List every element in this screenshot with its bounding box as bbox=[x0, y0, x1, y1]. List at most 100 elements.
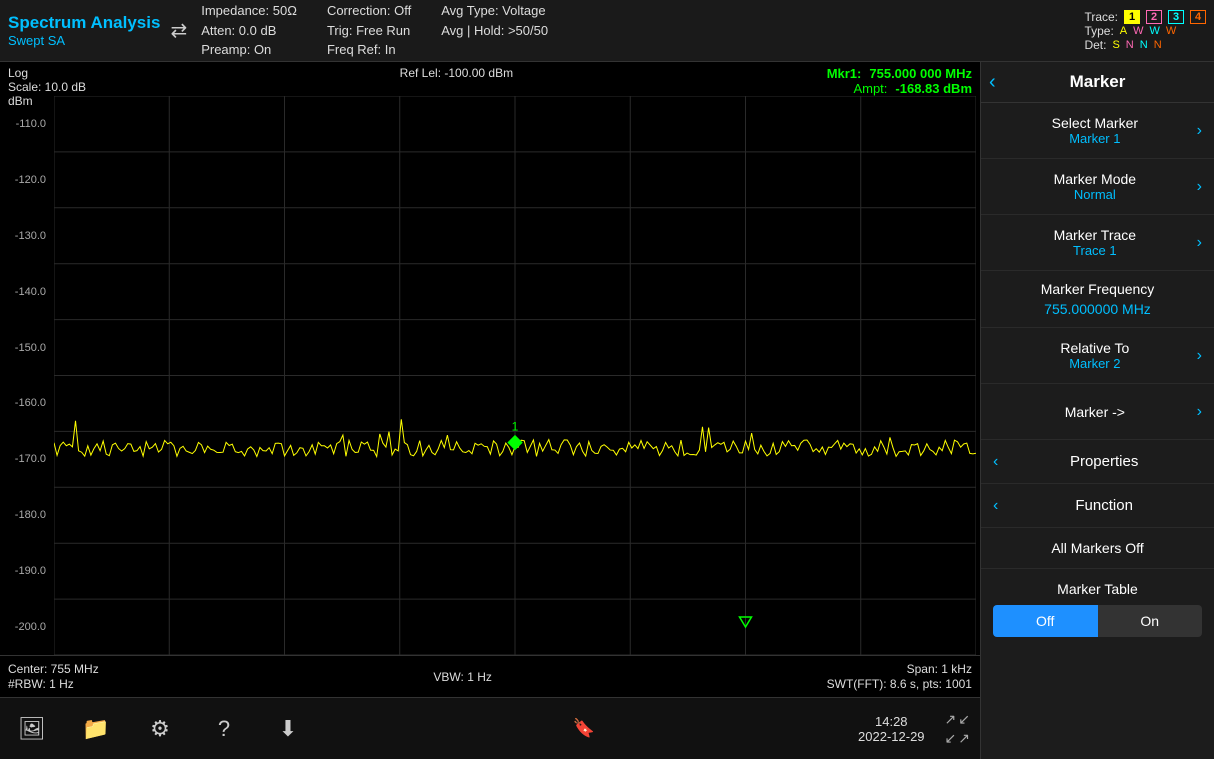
chart-container: Log Scale: 10.0 dB dBm Ref Lel: -100.00 … bbox=[0, 62, 980, 759]
freq-value: 755.000000 MHz bbox=[993, 301, 1202, 317]
help-button[interactable]: ? bbox=[202, 707, 246, 751]
arrow-br-icon: ↗ bbox=[958, 730, 970, 747]
header: Spectrum Analysis Swept SA ⇄ Impedance: … bbox=[0, 0, 1214, 62]
marker-table-toggle: Off On bbox=[993, 605, 1202, 637]
select-marker-item[interactable]: Select Marker Marker 1 › bbox=[981, 103, 1214, 159]
app-title-line2: Swept SA bbox=[8, 33, 160, 48]
y-label-140: -140.0 bbox=[2, 286, 46, 298]
atten-label: Atten: 0.0 dB bbox=[201, 21, 297, 41]
properties-item[interactable]: ‹ Properties bbox=[981, 440, 1214, 484]
marker-trace-chevron: › bbox=[1197, 234, 1202, 252]
trace-label: Trace: bbox=[1084, 10, 1118, 24]
folder-button[interactable]: 📁 bbox=[74, 707, 118, 751]
relative-to-item[interactable]: Relative To Marker 2 › bbox=[981, 328, 1214, 384]
y-label-180: -180.0 bbox=[2, 509, 46, 521]
trace-4-box: 4 bbox=[1190, 10, 1206, 24]
trace-3-box: 3 bbox=[1168, 10, 1184, 24]
trace-row-det: Det: S N N N bbox=[1084, 38, 1206, 52]
y-axis-labels: -110.0 -120.0 -130.0 -140.0 -150.0 -160.… bbox=[2, 96, 50, 655]
marker-table-off-button[interactable]: Off bbox=[993, 605, 1098, 637]
marker-1-label: 1 bbox=[512, 420, 519, 434]
marker-trace-label: Marker Trace bbox=[993, 227, 1197, 243]
main-area: Log Scale: 10.0 dB dBm Ref Lel: -100.00 … bbox=[0, 62, 1214, 759]
type-label: Type: bbox=[1084, 24, 1113, 38]
preamp-label: Preamp: On bbox=[201, 40, 297, 60]
function-back-icon: ‹ bbox=[993, 497, 998, 515]
arrow-bl-icon: ↙ bbox=[945, 730, 957, 747]
y-label-200: -200.0 bbox=[2, 621, 46, 633]
app-title: Spectrum Analysis Swept SA bbox=[8, 13, 160, 48]
header-col-2: Correction: Off Trig: Free Run Freq Ref:… bbox=[327, 1, 411, 60]
avg-hold-label: Avg | Hold: >50/50 bbox=[441, 21, 548, 41]
app-title-line1: Spectrum Analysis bbox=[8, 13, 160, 33]
toolbar: 🖼 📁 ⚙ ? ⬇ 🔖 14:28 2022-12-29 ↗ ↙ ↙ ↗ bbox=[0, 697, 980, 759]
chart-footer: Center: 755 MHz #RBW: 1 Hz VBW: 1 Hz Spa… bbox=[0, 655, 980, 697]
arrow-tr-icon: ↙ bbox=[958, 711, 970, 728]
type-3: W bbox=[1150, 25, 1160, 37]
center-freq: Center: 755 MHz bbox=[8, 662, 99, 676]
panel-back-button[interactable]: ‹ bbox=[989, 71, 996, 94]
rbw-label: #RBW: 1 Hz bbox=[8, 677, 99, 691]
right-panel: ‹ Marker Select Marker Marker 1 › Marker… bbox=[980, 62, 1214, 759]
properties-back-icon: ‹ bbox=[993, 453, 998, 471]
marker-mode-item[interactable]: Marker Mode Normal › bbox=[981, 159, 1214, 215]
marker-arrow-label: Marker -> bbox=[993, 404, 1197, 420]
trace-1-box: 1 bbox=[1124, 10, 1140, 24]
all-markers-off-button[interactable]: All Markers Off bbox=[981, 528, 1214, 569]
det-3: N bbox=[1140, 39, 1148, 51]
trace-row-type: Type: A W W W bbox=[1084, 24, 1206, 38]
marker-mode-center: Marker Mode Normal bbox=[993, 171, 1197, 202]
marker-mode-value: Normal bbox=[993, 187, 1197, 202]
ampt-value: -168.83 dBm bbox=[895, 81, 972, 96]
marker-arrow-center: Marker -> bbox=[993, 404, 1197, 420]
function-item[interactable]: ‹ Function bbox=[981, 484, 1214, 528]
toolbar-time: 14:28 2022-12-29 bbox=[858, 714, 925, 744]
arrow-tl-icon: ↗ bbox=[945, 711, 957, 728]
avg-type-label: Avg Type: Voltage bbox=[441, 1, 548, 21]
y-label-120: -120.0 bbox=[2, 174, 46, 186]
footer-center: VBW: 1 Hz bbox=[433, 670, 491, 684]
trig-label: Trig: Free Run bbox=[327, 21, 411, 41]
marker-table-section: Marker Table Off On bbox=[981, 569, 1214, 649]
screenshot-button[interactable]: 🖼 bbox=[10, 707, 54, 751]
relative-to-center: Relative To Marker 2 bbox=[993, 340, 1197, 371]
marker-toolbar-button[interactable]: 🔖 bbox=[562, 707, 606, 751]
all-markers-label: All Markers Off bbox=[1051, 540, 1143, 556]
trace-2-box: 2 bbox=[1146, 10, 1162, 24]
trace-info: Trace: 1 2 3 4 Type: A W W W Det: S N N … bbox=[1084, 10, 1206, 52]
marker-table-on-button[interactable]: On bbox=[1098, 605, 1203, 637]
freq-label: Marker Frequency bbox=[993, 281, 1202, 297]
marker-info: Mkr1: 755.000 000 MHz Ampt: -168.83 dBm bbox=[827, 66, 972, 96]
marker-arrow-item[interactable]: Marker -> › bbox=[981, 384, 1214, 440]
marker-mode-label: Marker Mode bbox=[993, 171, 1197, 187]
toolbar-icons-right: ↗ ↙ ↙ ↗ bbox=[945, 711, 970, 747]
y-label-150: -150.0 bbox=[2, 342, 46, 354]
select-marker-center: Select Marker Marker 1 bbox=[993, 115, 1197, 146]
select-marker-chevron: › bbox=[1197, 122, 1202, 140]
type-1: A bbox=[1120, 25, 1127, 37]
function-label: Function bbox=[1006, 497, 1202, 514]
det-2: N bbox=[1126, 39, 1134, 51]
footer-left: Center: 755 MHz #RBW: 1 Hz bbox=[8, 662, 99, 691]
impedance-label: Impedance: 50Ω bbox=[201, 1, 297, 21]
settings-button[interactable]: ⚙ bbox=[138, 707, 182, 751]
sweep-icon: ⇄ bbox=[170, 18, 187, 43]
freq-ref-label: Freq Ref: In bbox=[327, 40, 411, 60]
correction-label: Correction: Off bbox=[327, 1, 411, 21]
type-2: W bbox=[1133, 25, 1143, 37]
y-label-190: -190.0 bbox=[2, 565, 46, 577]
properties-label: Properties bbox=[1006, 453, 1202, 470]
chart-plot: -110.0 -120.0 -130.0 -140.0 -150.0 -160.… bbox=[54, 96, 976, 655]
ref-level: Ref Lel: -100.00 dBm bbox=[86, 66, 827, 80]
header-params: Impedance: 50Ω Atten: 0.0 dB Preamp: On … bbox=[201, 1, 1084, 60]
header-col-1: Impedance: 50Ω Atten: 0.0 dB Preamp: On bbox=[201, 1, 297, 60]
marker-1-diamond bbox=[508, 436, 522, 450]
marker-trace-item[interactable]: Marker Trace Trace 1 › bbox=[981, 215, 1214, 271]
type-4: W bbox=[1166, 25, 1176, 37]
log-label: Log bbox=[8, 66, 86, 80]
header-col-3: Avg Type: Voltage Avg | Hold: >50/50 bbox=[441, 1, 548, 60]
download-button[interactable]: ⬇ bbox=[266, 707, 310, 751]
scale-label: Scale: 10.0 dB bbox=[8, 80, 86, 94]
y-label-130: -130.0 bbox=[2, 230, 46, 242]
det-1: S bbox=[1112, 39, 1119, 51]
